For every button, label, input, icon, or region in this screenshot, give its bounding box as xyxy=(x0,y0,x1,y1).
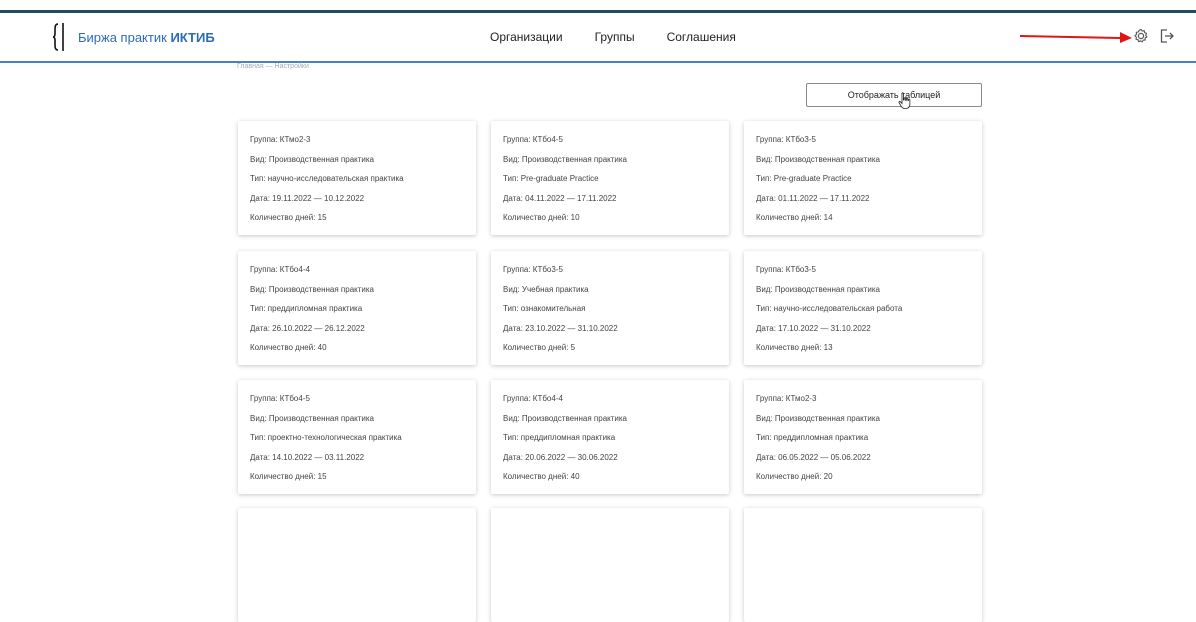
red-arrow-annotation xyxy=(1020,32,1132,43)
nav-groups[interactable]: Группы xyxy=(595,30,635,44)
card-type: Тип: Pre-graduate Practice xyxy=(756,174,852,183)
practice-card[interactable]: Группа: КТбо3-5 Вид: Учебная практика Ти… xyxy=(491,251,729,365)
logo-text: Биржа практик ИКТИБ xyxy=(78,29,215,45)
card-group: Группа: КТбо4-4 xyxy=(250,265,310,274)
practice-card[interactable]: Группа: КТбо4-4 Вид: Производственная пр… xyxy=(238,251,476,365)
card-date: Дата: 01.11.2022 — 17.11.2022 xyxy=(756,193,870,203)
practice-card[interactable]: Группа: КТбо3-5 Вид: Производственная пр… xyxy=(744,121,982,235)
card-type: Тип: преддипломная практика xyxy=(756,433,869,442)
card-group: Группа: КТбо4-5 xyxy=(250,394,310,403)
main-nav: Организации Группы Соглашения xyxy=(490,13,768,61)
practice-card[interactable] xyxy=(238,508,476,622)
card-days: Количество дней: 13 xyxy=(756,343,833,352)
card-date: Дата: 06.05.2022 — 05.06.2022 xyxy=(756,452,871,462)
card-type: Тип: преддипломная практика xyxy=(250,304,363,313)
logo-icon xyxy=(52,23,64,51)
card-date: Дата: 26.10.2022 — 26.12.2022 xyxy=(250,323,365,333)
card-kind: Вид: Производственная практика xyxy=(756,154,880,164)
card-type: Тип: ознакомительная xyxy=(503,304,586,313)
pointer-cursor-icon xyxy=(898,92,911,109)
card-days: Количество дней: 20 xyxy=(756,472,833,481)
card-group: Группа: КТбо3-5 xyxy=(503,265,563,274)
card-days: Количество дней: 10 xyxy=(503,213,580,222)
practice-card[interactable]: Группа: КТмо2-3 Вид: Производственная пр… xyxy=(238,121,476,235)
card-kind: Вид: Учебная практика xyxy=(503,284,589,294)
card-group: Группа: КТбо3-5 xyxy=(756,265,816,274)
nav-agreements[interactable]: Соглашения xyxy=(667,30,736,44)
header: Биржа практик ИКТИБ Организации Группы С… xyxy=(0,13,1196,63)
nav-organizations[interactable]: Организации xyxy=(490,30,563,44)
practice-card[interactable]: Группа: КТбо4-5 Вид: Производственная пр… xyxy=(491,121,729,235)
card-kind: Вид: Производственная практика xyxy=(250,413,374,423)
card-date: Дата: 04.11.2022 — 17.11.2022 xyxy=(503,193,617,203)
card-type: Тип: Pre-graduate Practice xyxy=(503,174,599,183)
card-date: Дата: 14.10.2022 — 03.11.2022 xyxy=(250,452,365,462)
card-group: Группа: КТмо2-3 xyxy=(756,394,817,403)
card-days: Количество дней: 15 xyxy=(250,472,327,481)
practice-card[interactable]: Группа: КТбо4-4 Вид: Производственная пр… xyxy=(491,380,729,494)
practice-card[interactable]: Группа: КТмо2-3 Вид: Производственная пр… xyxy=(744,380,982,494)
card-group: Группа: КТмо2-3 xyxy=(250,135,311,144)
practice-card[interactable] xyxy=(491,508,729,622)
gear-icon[interactable] xyxy=(1132,27,1150,45)
display-as-table-button[interactable]: Отображать таблицей xyxy=(806,83,982,107)
card-type: Тип: преддипломная практика xyxy=(503,433,616,442)
card-type: Тип: проектно-технологическая практика xyxy=(250,433,402,442)
card-kind: Вид: Производственная практика xyxy=(756,413,880,423)
card-days: Количество дней: 40 xyxy=(503,472,580,481)
card-kind: Вид: Производственная практика xyxy=(756,284,880,294)
card-group: Группа: КТбо3-5 xyxy=(756,135,816,144)
practice-card[interactable]: Группа: КТбо3-5 Вид: Производственная пр… xyxy=(744,251,982,365)
card-type: Тип: научно-исследовательская практика xyxy=(250,174,404,183)
card-date: Дата: 20.06.2022 — 30.06.2022 xyxy=(503,452,618,462)
card-kind: Вид: Производственная практика xyxy=(503,413,627,423)
card-days: Количество дней: 5 xyxy=(503,343,576,352)
card-kind: Вид: Производственная практика xyxy=(503,154,627,164)
card-days: Количество дней: 15 xyxy=(250,213,327,222)
card-date: Дата: 17.10.2022 — 31.10.2022 xyxy=(756,323,871,333)
practice-card[interactable] xyxy=(744,508,982,622)
logo[interactable]: Биржа практик ИКТИБ xyxy=(52,22,215,52)
logout-icon[interactable] xyxy=(1158,27,1176,45)
card-date: Дата: 19.11.2022 — 10.12.2022 xyxy=(250,193,365,203)
card-days: Количество дней: 14 xyxy=(756,213,833,222)
card-group: Группа: КТбо4-4 xyxy=(503,394,563,403)
card-group: Группа: КТбо4-5 xyxy=(503,135,563,144)
practice-card[interactable]: Группа: КТбо4-5 Вид: Производственная пр… xyxy=(238,380,476,494)
card-date: Дата: 23.10.2022 — 31.10.2022 xyxy=(503,323,618,333)
card-days: Количество дней: 40 xyxy=(250,343,327,352)
breadcrumb[interactable]: Главная — Настройки xyxy=(237,63,309,70)
card-kind: Вид: Производственная практика xyxy=(250,154,374,164)
card-kind: Вид: Производственная практика xyxy=(250,284,374,294)
card-type: Тип: научно-исследовательская работа xyxy=(756,304,903,313)
